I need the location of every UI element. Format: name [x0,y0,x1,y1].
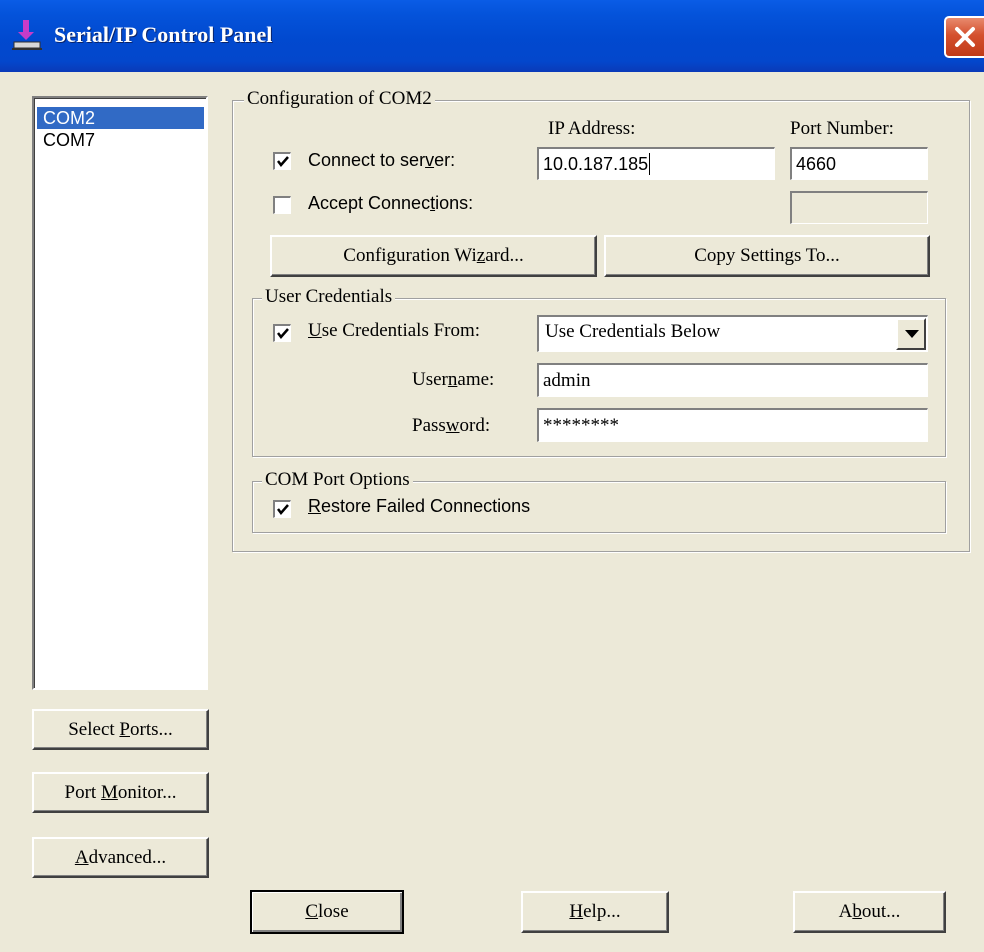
about-label: About... [838,901,901,922]
close-label: Close [305,901,349,922]
use-credentials-from-checkbox[interactable] [273,324,291,342]
password-input[interactable]: ******** [537,408,928,442]
about-button[interactable]: About... [793,891,946,933]
dropdown-button[interactable] [896,318,926,350]
user-credentials-group-label: User Credentials [262,286,396,308]
port-list-item-com2[interactable]: COM2 [37,107,204,129]
help-button[interactable]: Help... [521,891,669,933]
advanced-button[interactable]: Advanced... [32,837,209,878]
port-list: COM2 COM7 [34,98,206,688]
port-monitor-label: Port Monitor... [64,781,177,803]
window-close-button[interactable] [944,16,984,58]
restore-failed-connections-label: Restore Failed Connections [308,496,531,516]
accept-port-number-input[interactable] [790,191,928,224]
serial-ip-app-icon [12,20,42,50]
configuration-wizard-label: Configuration Wizard... [343,245,524,266]
checkmark-icon [277,328,289,339]
text-caret [649,153,651,175]
port-number-header: Port Number: [790,118,894,139]
use-credentials-from-label: Use Credentials From: [308,320,481,341]
window-title: Serial/IP Control Panel [54,22,273,47]
credentials-source-value: Use Credentials Below [545,321,721,342]
port-list-item-com7[interactable]: COM7 [37,129,204,151]
accept-connections-checkbox[interactable] [273,196,291,214]
port-listbox[interactable]: COM2 COM7 [32,96,208,690]
configuration-wizard-button[interactable]: Configuration Wizard... [270,235,597,277]
ip-address-header: IP Address: [548,118,636,139]
com-port-options-group-label: COM Port Options [262,469,413,491]
copy-settings-to-button[interactable]: Copy Settings To... [604,235,930,277]
chevron-down-icon [905,330,919,338]
credentials-source-select[interactable]: Use Credentials Below [537,315,928,352]
select-ports-label: Select Ports... [68,718,173,740]
checkmark-icon [277,504,289,515]
help-label: Help... [569,901,621,922]
close-button[interactable]: Close [250,890,404,934]
port-monitor-button[interactable]: Port Monitor... [32,772,209,813]
serial-ip-control-panel-window: Serial/IP Control Panel COM2 COM7 Select… [0,0,984,952]
port-number-input[interactable]: 4660 [790,147,928,180]
advanced-label: Advanced... [74,846,167,868]
accept-connections-label: Accept Connections: [308,193,474,213]
connect-to-server-checkbox[interactable] [273,152,291,170]
username-input[interactable]: admin [537,363,928,397]
ip-address-input[interactable]: 10.0.187.185 [537,147,775,180]
connect-to-server-label: Connect to server: [308,150,456,170]
title-bar[interactable]: Serial/IP Control Panel [0,0,984,72]
select-ports-button[interactable]: Select Ports... [32,709,209,750]
restore-failed-connections-checkbox[interactable] [273,500,291,518]
configuration-group-label: Configuration of COM2 [244,88,435,110]
username-label: Username: [412,369,495,390]
close-icon [955,27,975,47]
password-label: Password: [412,415,491,436]
checkmark-icon [277,156,289,167]
